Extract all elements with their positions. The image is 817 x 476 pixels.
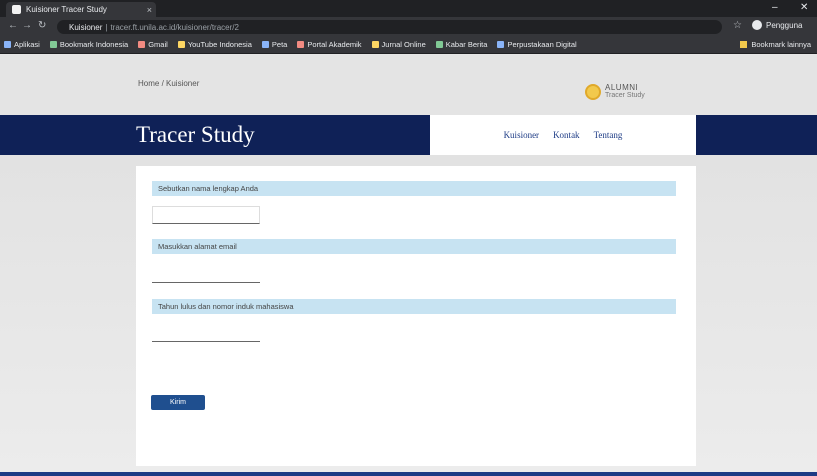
submit-button[interactable]: Kirim [151, 395, 205, 410]
questionnaire-form: Sebutkan nama lengkap Anda Masukkan alam… [136, 166, 696, 466]
bookmark-label: Perpustakaan Digital [507, 40, 577, 49]
page-top-strip [0, 55, 817, 115]
profile-button[interactable]: Pengguna [752, 20, 802, 30]
answer-field-1[interactable] [152, 206, 260, 224]
logo-icon [585, 84, 601, 100]
close-tab-icon[interactable]: × [147, 5, 152, 15]
forward-icon[interactable]: → [22, 20, 32, 31]
question-label-3: Tahun lulus dan nomor induk mahasiswa [152, 299, 676, 314]
footer-bar [0, 472, 817, 476]
avatar-icon [752, 20, 762, 30]
other-bookmarks[interactable]: Bookmark lainnya [740, 40, 811, 49]
bookmark-item[interactable]: Perpustakaan Digital [497, 40, 577, 49]
bookmark-label: Bookmark Indonesia [59, 40, 129, 49]
bookmark-item[interactable]: Peta [261, 40, 288, 49]
site-name: Kuisioner [69, 22, 103, 32]
bookmark-star-icon[interactable]: ☆ [733, 20, 742, 31]
bookmark-label: Jurnal Online [381, 40, 426, 49]
bookmark-icon [297, 41, 305, 48]
bookmark-label: Portal Akademik [307, 40, 362, 49]
brand-title[interactable]: Tracer Study [136, 122, 255, 148]
nav-kontak[interactable]: Kontak [553, 130, 580, 140]
nav-tentang[interactable]: Tentang [594, 130, 623, 140]
bookmark-item[interactable]: YouTube Indonesia [177, 40, 252, 49]
other-bookmarks-label: Bookmark lainnya [751, 40, 811, 49]
bookmark-icon [371, 41, 379, 48]
breadcrumb[interactable]: Home / Kuisioner [138, 79, 199, 88]
bookmark-label: Kabar Berita [445, 40, 488, 49]
question-label-1: Sebutkan nama lengkap Anda [152, 181, 676, 196]
bookmark-icon [435, 41, 443, 48]
bookmark-label: YouTube Indonesia [187, 40, 252, 49]
profile-name: Pengguna [766, 20, 803, 30]
address-bar: ← → ↻ Kuisioner | tracer.ft.unila.ac.id/… [0, 17, 817, 36]
url-separator: | [105, 22, 108, 32]
bookmark-item[interactable]: Jurnal Online [371, 40, 426, 49]
nav-kuisioner[interactable]: Kuisioner [504, 130, 540, 140]
window-close-icon[interactable]: ✕ [800, 2, 808, 13]
bookmarks-bar: Aplikasi Bookmark Indonesia Gmail YouTube I… [0, 36, 817, 54]
bookmark-label: Gmail [148, 40, 168, 49]
bookmark-item[interactable]: Gmail [138, 40, 168, 49]
answer-field-2[interactable] [152, 265, 260, 283]
bookmark-label: Peta [271, 40, 288, 49]
bookmark-label: Aplikasi [14, 40, 40, 49]
logo-line1: ALUMNI [605, 83, 639, 92]
browser-tab-bar: Kuisioner Tracer Study × – ✕ [0, 0, 817, 17]
question-label-2: Masukkan alamat email [152, 239, 676, 254]
folder-icon [740, 41, 748, 48]
alumni-logo: ALUMNI Tracer Study [585, 84, 645, 100]
bookmark-item[interactable]: Bookmark Indonesia [49, 40, 129, 49]
bookmark-icon [49, 41, 57, 48]
bookmark-icon [497, 41, 505, 48]
logo-line2: Tracer Study [605, 92, 645, 99]
bookmark-icon [4, 41, 11, 48]
url-field[interactable]: Kuisioner | tracer.ft.unila.ac.id/kuisio… [57, 20, 722, 34]
bookmark-item[interactable]: Aplikasi [4, 40, 40, 49]
bookmark-icon [177, 41, 185, 48]
bookmark-item[interactable]: Kabar Berita [435, 40, 488, 49]
url-text: tracer.ft.unila.ac.id/kuisioner/tracer/2 [110, 22, 239, 32]
minimize-icon[interactable]: – [772, 2, 778, 13]
browser-tab[interactable]: Kuisioner Tracer Study × [6, 2, 156, 17]
bookmark-icon [261, 41, 269, 48]
back-icon[interactable]: ← [8, 20, 18, 31]
bookmark-item[interactable]: Portal Akademik [297, 40, 362, 49]
bookmark-icon [138, 41, 146, 48]
main-nav: Kuisioner Kontak Tentang [430, 115, 696, 155]
answer-field-3[interactable] [152, 324, 260, 342]
tab-title: Kuisioner Tracer Study [26, 5, 107, 14]
favicon-icon [12, 5, 21, 14]
reload-icon[interactable]: ↻ [38, 20, 46, 31]
